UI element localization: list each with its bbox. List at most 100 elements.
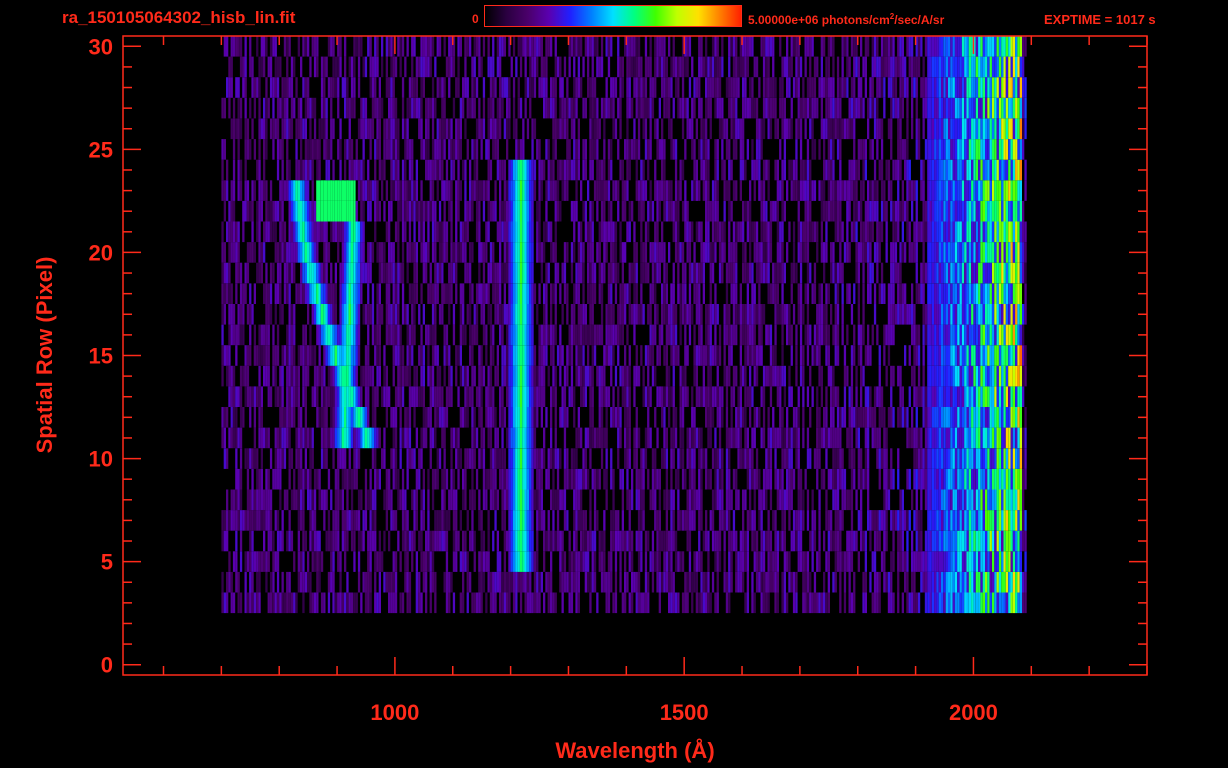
heatmap-cell [663, 386, 666, 407]
heatmap-cell [290, 530, 294, 552]
heatmap-cell [670, 592, 673, 614]
heatmap-cell [624, 530, 627, 552]
heatmap-cell [876, 448, 879, 469]
heatmap-cell [892, 365, 895, 387]
heatmap-cell [554, 365, 557, 387]
heatmap-cell [510, 530, 513, 552]
heatmap-cell [515, 592, 518, 614]
heatmap-cell [404, 530, 407, 552]
heatmap-cell [952, 448, 955, 469]
heatmap-cell [711, 345, 715, 366]
heatmap-cell [378, 530, 381, 552]
heatmap-cell [237, 571, 240, 593]
heatmap-cell [827, 592, 830, 614]
heatmap-cell [506, 200, 509, 222]
heatmap-cell [253, 386, 256, 407]
heatmap-cell [915, 468, 918, 490]
heatmap-cell [478, 551, 481, 572]
heatmap-cell [728, 365, 731, 387]
heatmap-cell [767, 510, 770, 531]
heatmap-cell [587, 221, 590, 243]
heatmap-cell [394, 510, 398, 531]
heatmap-cell [1008, 592, 1011, 614]
heatmap-cell [517, 324, 520, 346]
heatmap-cell [543, 510, 546, 531]
heatmap-cell [728, 510, 731, 531]
heatmap-cell [982, 324, 985, 346]
heatmap-cell [519, 365, 523, 387]
heatmap-cell [573, 510, 576, 531]
heatmap-cell [494, 283, 497, 304]
heatmap-cell [640, 468, 643, 490]
heatmap-cell [512, 283, 516, 304]
heatmap-cell [876, 510, 879, 531]
heatmap-cell [762, 592, 766, 614]
heatmap-cell [924, 324, 928, 346]
heatmap-cell [658, 530, 661, 552]
heatmap-cell [307, 304, 310, 325]
heatmap-cell [892, 530, 895, 552]
heatmap-cell [1015, 407, 1018, 428]
heatmap-cell [293, 489, 296, 511]
heatmap-cell [589, 221, 592, 243]
heatmap-cell [589, 427, 592, 449]
heatmap-cell [471, 345, 474, 366]
heatmap-cell [263, 510, 266, 531]
heatmap-cell [598, 242, 601, 263]
heatmap-cell [371, 489, 375, 511]
heatmap-cell [760, 571, 763, 593]
heatmap-cell [492, 448, 495, 469]
heatmap-cell [804, 571, 807, 593]
heatmap-cell [323, 427, 326, 449]
heatmap-cell [249, 283, 252, 304]
heatmap-cell [374, 345, 377, 366]
heatmap-cell [799, 242, 803, 263]
heatmap-cell [283, 448, 287, 469]
heatmap-cell [668, 592, 671, 614]
heatmap-cell [857, 304, 860, 325]
heatmap-cell [885, 221, 888, 243]
heatmap-cell [769, 448, 773, 469]
heatmap-cell [799, 489, 803, 511]
heatmap-cell [596, 324, 599, 346]
heatmap-cell [478, 365, 481, 387]
heatmap-cell [915, 489, 918, 511]
heatmap-cell [492, 530, 495, 552]
heatmap-cell [804, 242, 807, 263]
heatmap-cell [931, 365, 935, 387]
heatmap-cell [961, 345, 965, 366]
heatmap-cell [853, 345, 856, 366]
heatmap-cell [806, 448, 810, 469]
heatmap-cell [702, 242, 705, 263]
heatmap-cell [867, 386, 870, 407]
heatmap-cell [938, 242, 941, 263]
heatmap-cell [843, 551, 847, 572]
heatmap-cell [536, 200, 539, 222]
heatmap-cell [450, 448, 453, 469]
heatmap-cell [325, 221, 328, 243]
heatmap-cell [674, 427, 678, 449]
heatmap-cell [827, 551, 830, 572]
heatmap-cell [1012, 407, 1016, 428]
heatmap-cell [987, 489, 990, 511]
heatmap-cell [297, 407, 300, 428]
heatmap-cell [994, 448, 997, 469]
heatmap-cell [665, 530, 668, 552]
heatmap-cell [279, 489, 282, 511]
heatmap-cell [943, 242, 946, 263]
heatmap-cell [489, 571, 493, 593]
heatmap-cell [876, 262, 879, 284]
heatmap-cell [337, 324, 340, 346]
heatmap-cell [961, 427, 965, 449]
heatmap-cell [485, 489, 488, 511]
heatmap-cell [307, 489, 310, 511]
heatmap-cell [309, 448, 312, 469]
heatmap-cell [876, 427, 879, 449]
heatmap-cell [674, 304, 678, 325]
heatmap-cell [341, 407, 344, 428]
heatmap-cell [744, 386, 747, 407]
heatmap-cell [462, 551, 465, 572]
heatmap-cell [728, 571, 731, 593]
heatmap-cell [573, 221, 576, 243]
heatmap-cell [848, 200, 851, 222]
